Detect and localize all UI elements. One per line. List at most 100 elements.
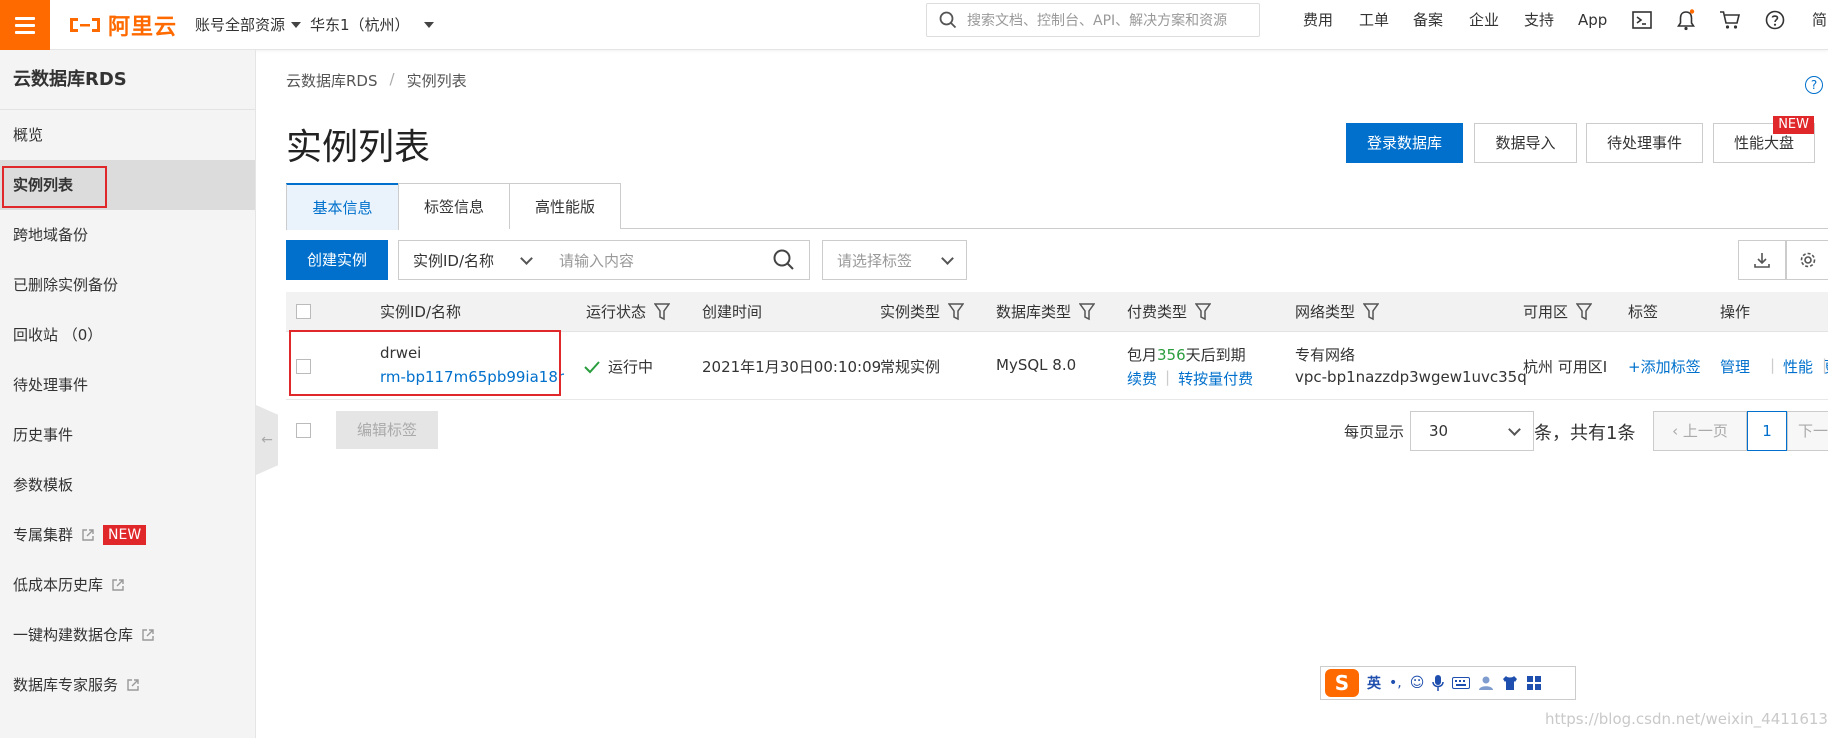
sidebar-item-data-warehouse[interactable]: 一键构建数据仓库 <box>0 610 255 660</box>
nav-support[interactable]: 支持 <box>1524 0 1554 50</box>
sogou-logo-icon[interactable]: S <box>1325 669 1359 697</box>
emoji-icon[interactable]: ☺ <box>1410 675 1425 691</box>
nav-tickets[interactable]: 工单 <box>1359 0 1389 50</box>
prev-page-button[interactable]: ‹ 上一页 <box>1653 411 1747 451</box>
manage-link[interactable]: 管理 <box>1720 356 1750 377</box>
settings-button[interactable] <box>1786 240 1828 280</box>
edit-tags-button[interactable]: 编辑标签 <box>336 411 438 449</box>
sidebar-item-dedicated-cluster[interactable]: 专属集群 NEW <box>0 510 255 560</box>
filter-funnel-icon[interactable] <box>1576 303 1593 321</box>
sidebar-item-label: 参数模板 <box>13 476 74 494</box>
per-page-select[interactable]: 30 <box>1410 411 1534 451</box>
pending-events-button[interactable]: 待处理事件 <box>1586 123 1703 163</box>
punctuation-icon[interactable]: •, <box>1389 675 1402 691</box>
col-label: 付费类型 <box>1127 303 1188 321</box>
keyboard-icon[interactable] <box>1452 677 1471 689</box>
performance-link[interactable]: 性能 <box>1783 356 1813 377</box>
aliyun-logo[interactable]: 阿里云 <box>68 8 177 42</box>
sidebar-collapse-handle[interactable]: ← <box>256 405 278 475</box>
tab-basic-info[interactable]: 基本信息 <box>286 183 399 230</box>
filter-funnel-icon[interactable] <box>654 303 671 321</box>
tag-placeholder: 请选择标签 <box>837 251 913 270</box>
ime-mode[interactable]: 英 <box>1367 673 1381 693</box>
instance-type: 常规实例 <box>880 358 941 376</box>
search-placeholder: 请输入内容 <box>559 251 635 270</box>
sidebar-item-label: 低成本历史库 <box>13 576 104 594</box>
breadcrumb-current: 实例列表 <box>406 72 467 90</box>
chevron-down-icon <box>941 251 954 265</box>
renew-link[interactable]: 续费 <box>1127 368 1157 389</box>
external-link-icon <box>142 629 154 641</box>
nav-app[interactable]: App <box>1578 0 1607 50</box>
more-link[interactable]: 更 <box>1824 356 1828 377</box>
caret-down-icon <box>291 22 302 28</box>
global-search-input[interactable]: 搜索文档、控制台、API、解决方案和资源 <box>926 3 1260 37</box>
aliyun-logo-mark-icon <box>70 18 100 32</box>
skin-shirt-icon[interactable] <box>1502 675 1518 691</box>
col-instance-id: 实例ID/名称 <box>380 292 461 332</box>
col-network-type: 网络类型 <box>1295 292 1380 332</box>
instance-search-input[interactable]: 请输入内容 <box>545 240 810 280</box>
nav-fees[interactable]: 费用 <box>1303 0 1333 50</box>
sidebar-item-low-cost-history[interactable]: 低成本历史库 <box>0 560 255 610</box>
sidebar-item-history-events[interactable]: 历史事件 <box>0 410 255 460</box>
user-icon[interactable] <box>1478 675 1494 691</box>
convert-pay-link[interactable]: 转按量付费 <box>1178 368 1253 389</box>
breadcrumb: 云数据库RDS / 实例列表 <box>286 70 467 91</box>
hamburger-menu-button[interactable] <box>0 0 50 50</box>
performance-dashboard-button[interactable]: 性能大盘 NEW <box>1713 116 1815 163</box>
bell-icon[interactable] <box>1674 8 1698 32</box>
tab-high-performance[interactable]: 高性能版 <box>509 183 621 229</box>
language-switch[interactable]: 简 <box>1812 0 1827 50</box>
sidebar-item-label: 待处理事件 <box>13 376 89 394</box>
sidebar-item-deleted-backups[interactable]: 已删除实例备份 <box>0 260 255 310</box>
cart-icon[interactable] <box>1718 8 1742 32</box>
zone: 杭州 可用区I <box>1523 358 1608 376</box>
new-badge: NEW <box>103 525 147 545</box>
sidebar-item-overview[interactable]: 概览 <box>0 110 255 160</box>
sidebar-item-recycle-bin[interactable]: 回收站 （0） <box>0 310 255 360</box>
highlight-box <box>289 330 561 396</box>
sidebar-item-pending-events[interactable]: 待处理事件 <box>0 360 255 410</box>
sidebar-item-cross-region-backup[interactable]: 跨地域备份 <box>0 210 255 260</box>
create-instance-button[interactable]: 创建实例 <box>286 240 388 280</box>
search-field-select[interactable]: 实例ID/名称 <box>398 240 546 280</box>
sidebar-item-label: 一键构建数据仓库 <box>13 626 134 644</box>
sidebar-item-param-templates[interactable]: 参数模板 <box>0 460 255 510</box>
next-page-button[interactable]: 下一 <box>1787 411 1828 451</box>
download-button[interactable] <box>1738 240 1786 280</box>
add-tag-link[interactable]: +添加标签 <box>1628 356 1701 377</box>
filter-funnel-icon[interactable] <box>1195 303 1212 321</box>
nav-icp[interactable]: 备案 <box>1413 0 1443 50</box>
data-import-button[interactable]: 数据导入 <box>1474 123 1577 163</box>
breadcrumb-rds[interactable]: 云数据库RDS <box>286 70 378 91</box>
pay-suffix: 天后到期 <box>1185 346 1246 364</box>
filter-funnel-icon[interactable] <box>948 303 965 321</box>
filter-funnel-icon[interactable] <box>1079 303 1096 321</box>
sidebar-item-expert-service[interactable]: 数据库专家服务 <box>0 660 255 710</box>
col-pay-type: 付费类型 <box>1127 292 1212 332</box>
login-database-button[interactable]: 登录数据库 <box>1346 123 1463 163</box>
microphone-icon[interactable] <box>1432 674 1445 692</box>
table-header: 实例ID/名称 运行状态 创建时间 实例类型 数据库类型 付费类型 网络类型 可… <box>286 292 1828 332</box>
sidebar-item-instance-list[interactable]: 实例列表 <box>0 160 255 210</box>
logo-text: 阿里云 <box>108 15 178 40</box>
gear-icon <box>1800 252 1815 268</box>
filter-funnel-icon[interactable] <box>1363 303 1380 321</box>
footer-select-all-checkbox[interactable] <box>296 423 311 438</box>
nav-enterprise[interactable]: 企业 <box>1469 0 1499 50</box>
toolbox-grid-icon[interactable] <box>1526 675 1542 691</box>
account-scope-dropdown[interactable]: 账号全部资源 <box>195 0 302 50</box>
tag-select[interactable]: 请选择标签 <box>822 240 967 280</box>
region-dropdown[interactable]: 华东1（杭州） <box>310 0 434 50</box>
page-1-button[interactable]: 1 <box>1747 411 1787 451</box>
col-label: 标签 <box>1628 303 1659 321</box>
col-label: 实例类型 <box>880 303 941 321</box>
page-help-icon[interactable]: ? <box>1805 76 1823 94</box>
select-all-checkbox[interactable] <box>296 304 311 319</box>
help-circle-icon[interactable] <box>1763 8 1787 32</box>
terminal-icon[interactable] <box>1630 8 1654 32</box>
search-icon[interactable] <box>773 249 795 271</box>
tab-tag-info[interactable]: 标签信息 <box>398 183 510 229</box>
chevron-left-icon: ‹ <box>1672 422 1679 440</box>
